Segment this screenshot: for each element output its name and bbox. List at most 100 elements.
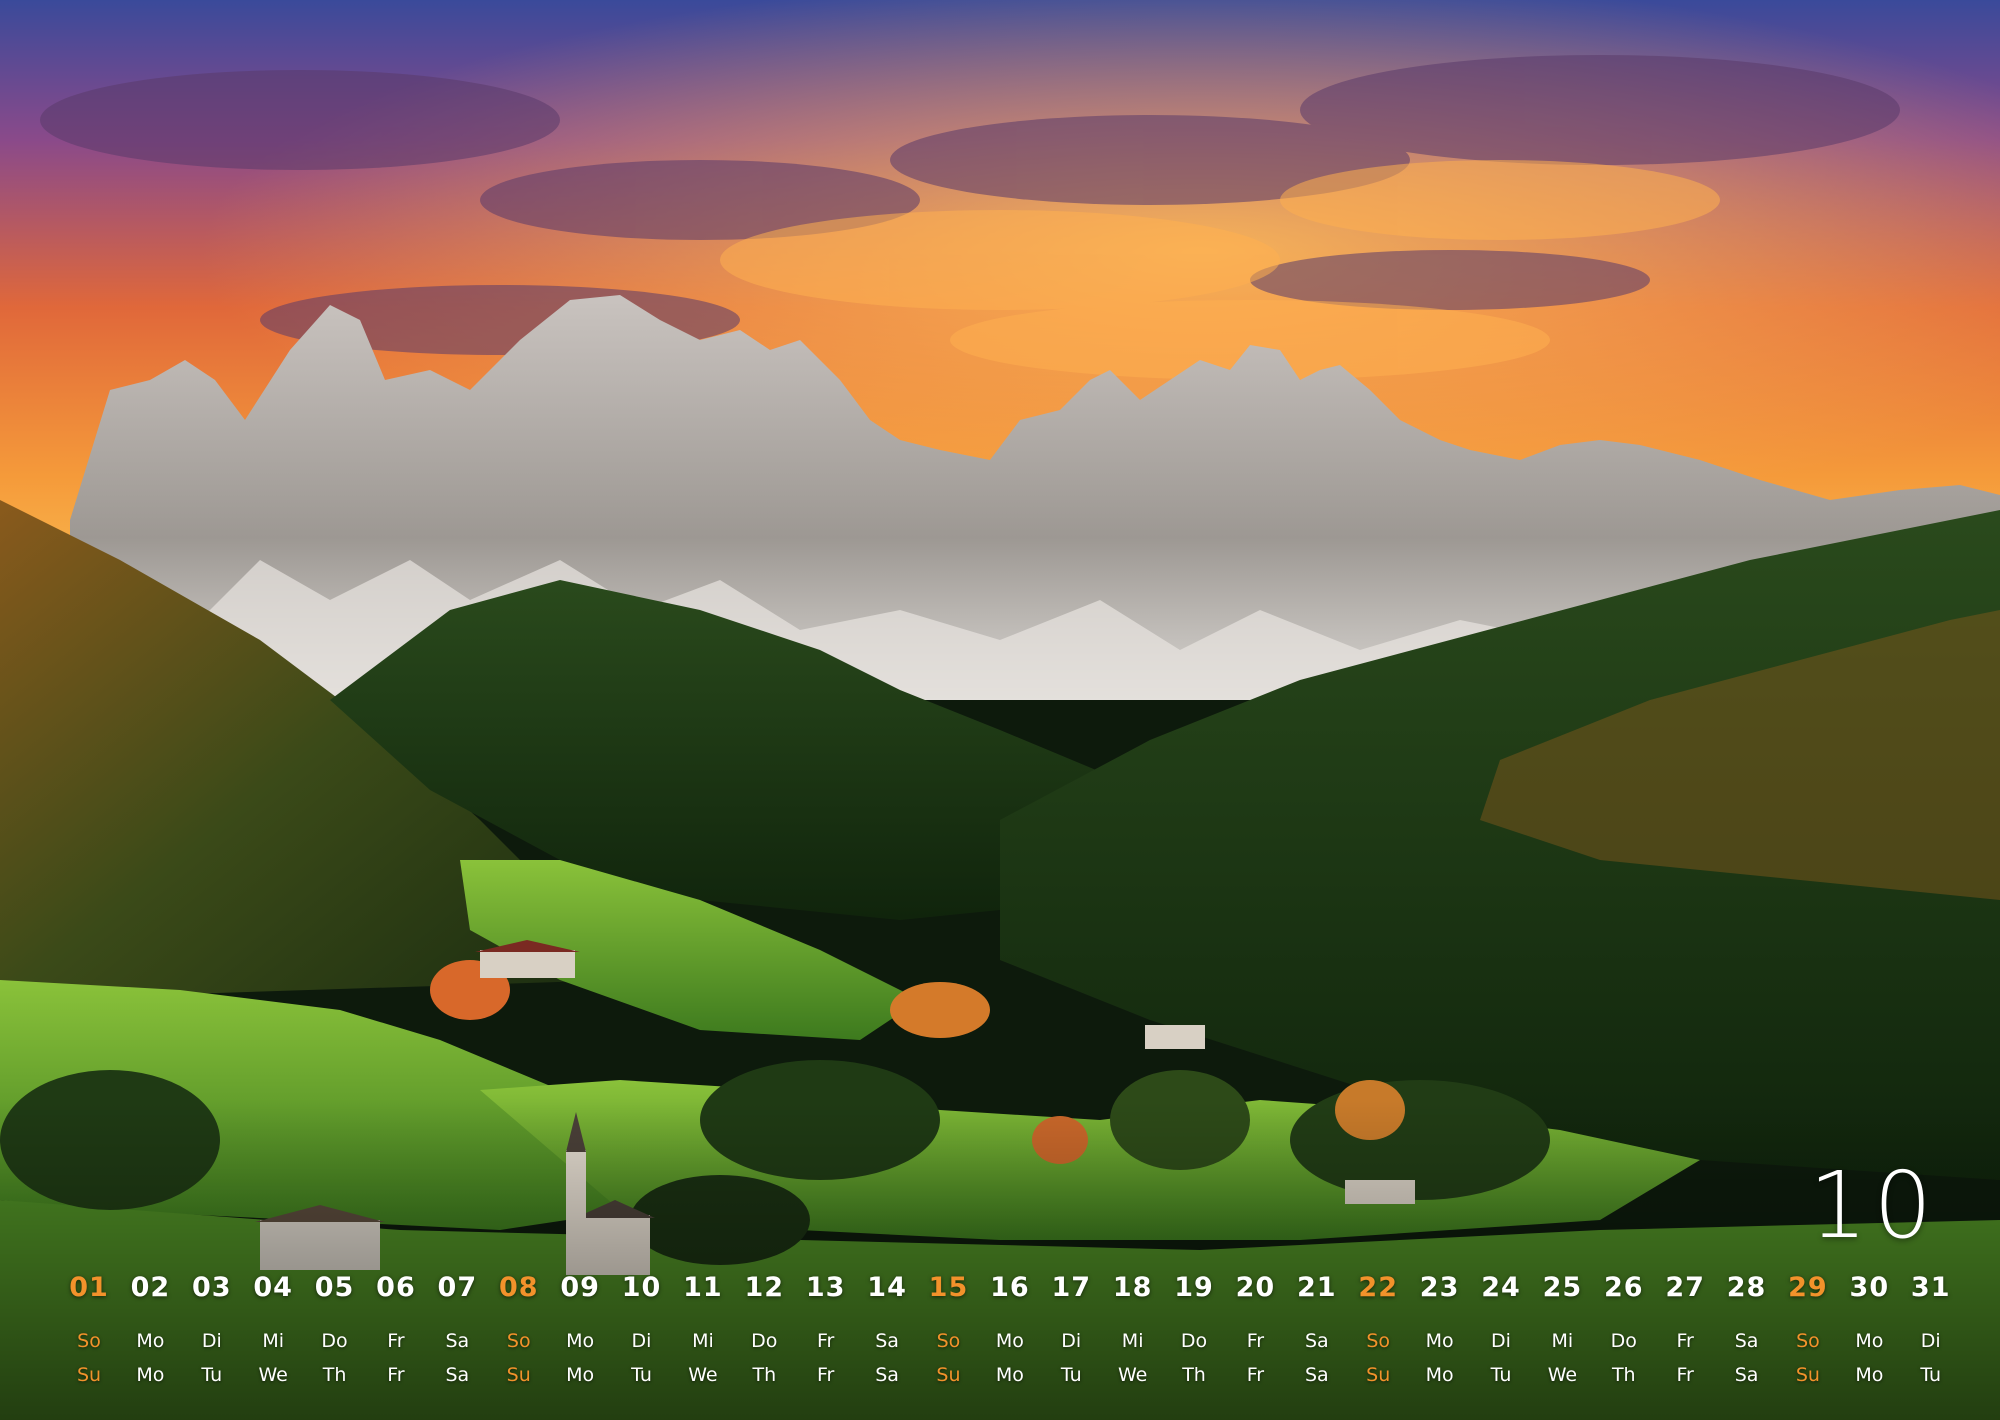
weekday-de-row: So Mo Di Mi Do Fr Sa So Mo Di Mi Do Fr Sa So Mo Di Mi Do Fr… <box>60 1330 1960 1352</box>
day-number: 23 <box>1419 1272 1460 1303</box>
weekday-de: Sa <box>875 1330 899 1352</box>
weekday-en: We <box>688 1364 718 1386</box>
weekday-en: Fr <box>387 1364 405 1386</box>
weekday-de: Do <box>751 1330 778 1352</box>
day-number: 17 <box>1051 1272 1092 1303</box>
weekday-en: Su <box>936 1364 961 1386</box>
day-number: 29 <box>1788 1272 1828 1303</box>
weekday-de: Mo <box>1855 1330 1884 1352</box>
weekday-en: Su <box>76 1364 102 1386</box>
day-number: 24 <box>1481 1272 1521 1303</box>
weekday-de: Do <box>1180 1330 1208 1352</box>
weekday-en: Th <box>1182 1364 1206 1386</box>
day-number: 03 <box>191 1272 232 1303</box>
weekday-de: So <box>1366 1330 1391 1352</box>
day-number: 06 <box>376 1272 416 1303</box>
weekday-en: Mo <box>136 1364 165 1386</box>
weekday-en: Su <box>1366 1364 1391 1386</box>
day-number: 21 <box>1297 1272 1337 1303</box>
weekday-en: Su <box>506 1364 531 1386</box>
weekday-de: Di <box>1920 1330 1941 1352</box>
weekday-de: Sa <box>1734 1330 1759 1352</box>
day-number: 12 <box>744 1272 785 1303</box>
weekday-en: Th <box>1611 1364 1636 1386</box>
weekday-en: Sa <box>445 1364 470 1386</box>
weekday-de: Sa <box>1304 1330 1329 1352</box>
weekday-de: Fr <box>1676 1330 1694 1352</box>
day-number: 28 <box>1726 1272 1767 1303</box>
day-number: 15 <box>928 1272 969 1303</box>
day-number: 05 <box>314 1272 355 1303</box>
weekday-en: Tu <box>1490 1364 1512 1386</box>
weekday-de: Mi <box>692 1330 714 1352</box>
weekday-en: Tu <box>201 1364 223 1386</box>
weekday-de: Mi <box>1121 1330 1144 1352</box>
calendar-page: 10 01 02 03 04 05 06 07 08 09 10 11 12 13 14 15 16 17 18 1… <box>0 0 2000 1420</box>
weekday-en: Mo <box>1855 1364 1884 1386</box>
day-number: 26 <box>1603 1272 1644 1303</box>
day-number: 01 <box>69 1272 109 1303</box>
weekday-de: Di <box>201 1330 222 1352</box>
weekday-de: Mo <box>1425 1330 1454 1352</box>
weekday-en-row: Su Mo Tu We Th Fr Sa Su Mo Tu We Th Fr Sa Su Mo Tu We Th Fr… <box>60 1364 1960 1386</box>
weekday-en: Fr <box>1246 1364 1265 1386</box>
day-number: 19 <box>1174 1272 1214 1303</box>
weekday-en: Sa <box>1304 1364 1329 1386</box>
weekday-de: Fr <box>387 1330 405 1352</box>
landscape-photo <box>0 0 2000 1420</box>
weekday-en: Th <box>322 1364 347 1386</box>
weekday-de: So <box>506 1330 531 1352</box>
weekday-en: Fr <box>1676 1364 1694 1386</box>
day-number: 13 <box>805 1272 846 1303</box>
weekday-de: Di <box>1061 1330 1082 1352</box>
day-number: 20 <box>1235 1272 1276 1303</box>
day-number: 30 <box>1849 1272 1890 1303</box>
weekday-de: Mi <box>1551 1330 1574 1352</box>
weekday-de: So <box>1796 1330 1820 1352</box>
day-number: 02 <box>130 1272 171 1303</box>
day-number: 27 <box>1665 1272 1705 1303</box>
day-number: 07 <box>437 1272 478 1303</box>
weekday-de: Fr <box>817 1330 835 1352</box>
weekday-de: Mo <box>136 1330 165 1352</box>
weekday-de: Sa <box>445 1330 470 1352</box>
weekday-de: Fr <box>1246 1330 1265 1352</box>
day-number: 08 <box>498 1272 539 1303</box>
day-number: 04 <box>253 1272 293 1303</box>
weekday-en: Tu <box>1920 1364 1942 1386</box>
day-number: 16 <box>990 1272 1030 1303</box>
calendar-strip: 01 02 03 04 05 06 07 08 09 10 11 12 13 14 15 16 17 18 19 20… <box>60 1272 1960 1402</box>
weekday-en: Tu <box>1060 1364 1082 1386</box>
weekday-en: Sa <box>1734 1364 1759 1386</box>
day-number: 09 <box>560 1272 600 1303</box>
weekday-en: We <box>1547 1364 1578 1386</box>
weekday-en: Fr <box>817 1364 835 1386</box>
weekday-de: Mo <box>566 1330 595 1352</box>
day-number: 18 <box>1112 1272 1153 1303</box>
weekday-de: So <box>77 1330 101 1352</box>
day-number: 14 <box>867 1272 907 1303</box>
weekday-en: Th <box>752 1364 777 1386</box>
weekday-de: Do <box>1610 1330 1637 1352</box>
weekday-en: Mo <box>1425 1364 1454 1386</box>
weekday-en: We <box>258 1364 288 1386</box>
day-number: 10 <box>621 1272 662 1303</box>
weekday-en: We <box>1117 1364 1148 1386</box>
weekday-en: Tu <box>631 1364 652 1386</box>
weekday-en: Mo <box>566 1364 595 1386</box>
weekday-de: Di <box>631 1330 652 1352</box>
weekday-en: Su <box>1795 1364 1820 1386</box>
weekday-de: So <box>936 1330 961 1352</box>
weekday-de: Mi <box>262 1330 284 1352</box>
day-number: 11 <box>683 1272 723 1303</box>
weekday-en: Sa <box>875 1364 899 1386</box>
day-number: 22 <box>1358 1272 1398 1303</box>
month-number: 10 <box>1808 1152 1938 1259</box>
day-number: 31 <box>1910 1272 1951 1303</box>
day-number: 25 <box>1542 1272 1583 1303</box>
weekday-de: Di <box>1491 1330 1511 1352</box>
weekday-de: Mo <box>995 1330 1024 1352</box>
weekday-de: Do <box>321 1330 348 1352</box>
weekday-en: Mo <box>995 1364 1024 1386</box>
day-numbers-row: 01 02 03 04 05 06 07 08 09 10 11 12 13 14 15 16 17 18 19 20… <box>60 1272 1960 1303</box>
